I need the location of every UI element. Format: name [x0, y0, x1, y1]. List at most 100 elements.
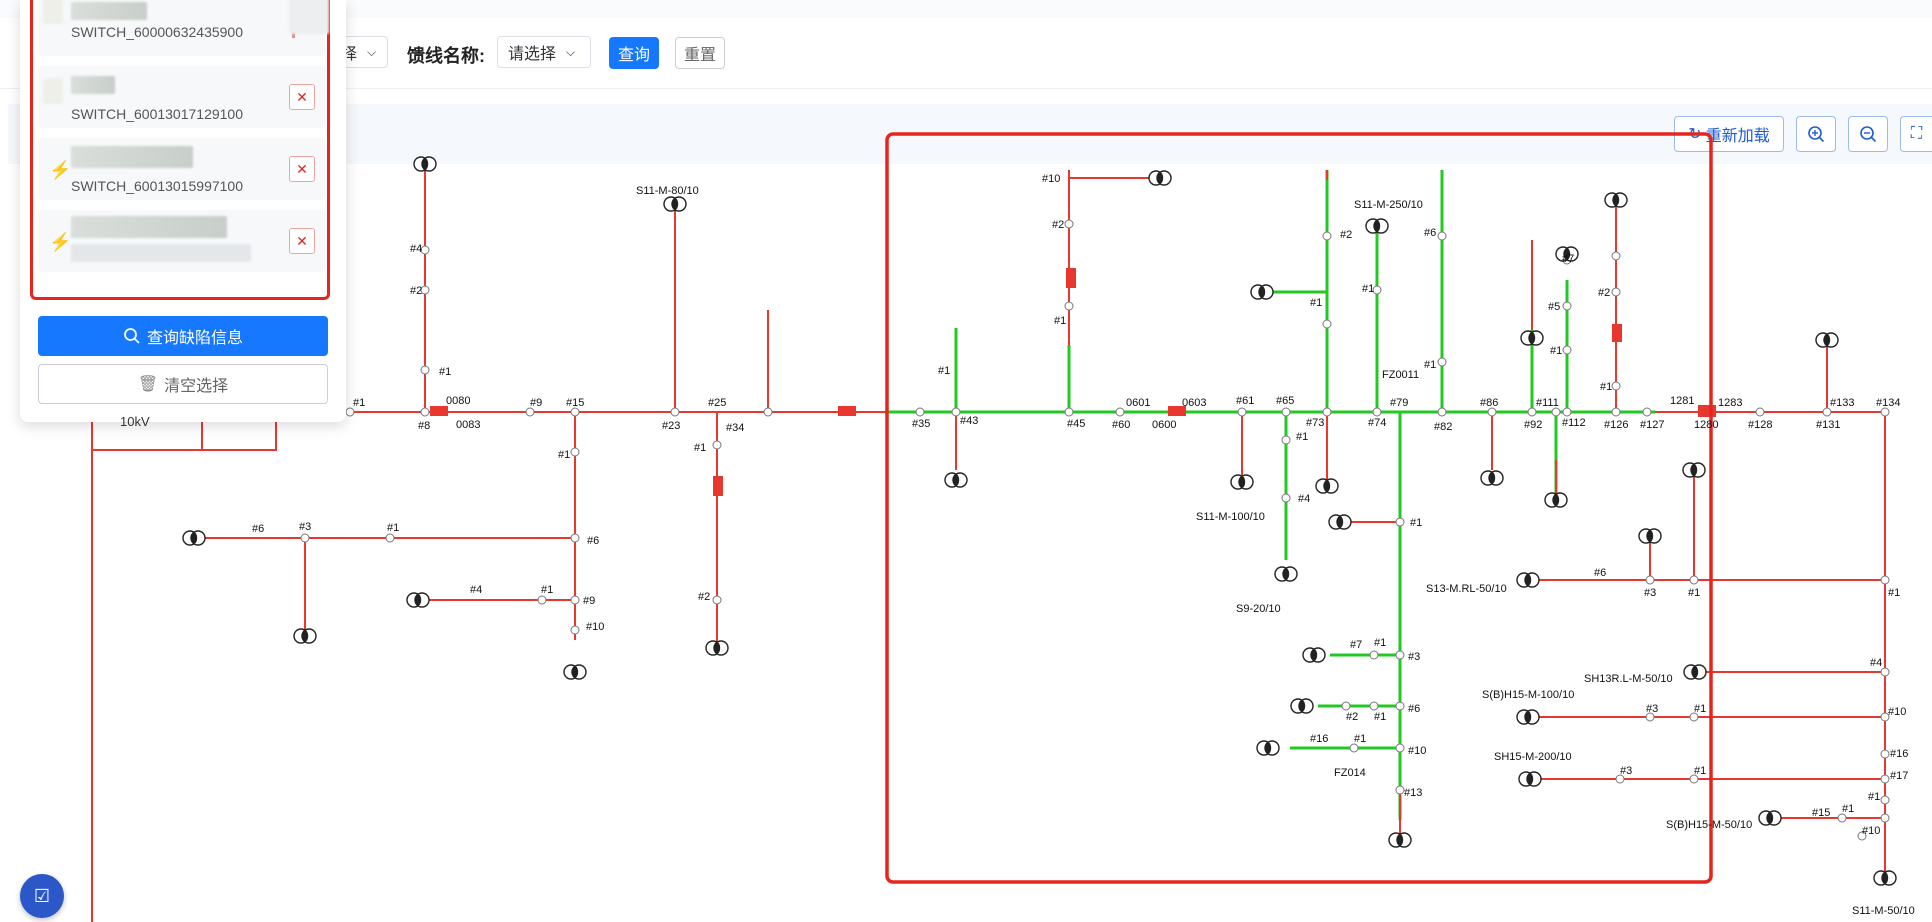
transformer-icon[interactable]	[1682, 462, 1706, 478]
transformer-icon[interactable]	[1758, 810, 1782, 826]
remove-switch-button[interactable]: ✕	[289, 84, 315, 110]
selected-switch-item[interactable]: SWITCH_60013017129100 ✕	[39, 66, 325, 128]
bus-node[interactable]	[1372, 407, 1382, 417]
bus-node[interactable]	[1322, 407, 1332, 417]
switch-group[interactable]	[430, 268, 1716, 496]
bus-node[interactable]	[951, 407, 961, 417]
remove-button-obscured[interactable]	[289, 0, 329, 34]
transformer-icon[interactable]	[705, 640, 729, 656]
transformer-icon[interactable]	[1274, 566, 1298, 582]
transformer-icon[interactable]	[1388, 832, 1412, 848]
bus-node[interactable]	[763, 407, 773, 417]
bus-node[interactable]	[1281, 435, 1291, 445]
bus-node[interactable]	[1237, 407, 1247, 417]
bus-node[interactable]	[1880, 813, 1890, 823]
bus-node[interactable]	[1341, 701, 1351, 711]
bus-node[interactable]	[1322, 231, 1332, 241]
transformer-icon[interactable]	[1516, 709, 1540, 725]
bus-node[interactable]	[300, 533, 310, 543]
bus-node[interactable]	[1437, 231, 1447, 241]
bus-node[interactable]	[1369, 650, 1379, 660]
bus-node[interactable]	[1322, 319, 1332, 329]
bus-node[interactable]	[1551, 407, 1561, 417]
transformer-icon[interactable]	[1638, 528, 1662, 544]
bus-node[interactable]	[570, 447, 580, 457]
bus-node[interactable]	[1837, 813, 1847, 823]
transformer-icon[interactable]	[1604, 192, 1628, 208]
transformer-icon[interactable]	[1148, 170, 1172, 186]
bus-node[interactable]	[712, 440, 722, 450]
bus-node[interactable]	[1645, 575, 1655, 585]
bus-node[interactable]	[1437, 357, 1447, 367]
bus-node[interactable]	[1064, 219, 1074, 229]
transformer-icon[interactable]	[1815, 332, 1839, 348]
bus-node[interactable]	[570, 407, 580, 417]
floating-action-button[interactable]: ☑	[20, 874, 64, 918]
bus-node[interactable]	[1395, 785, 1405, 795]
bus-node[interactable]	[1880, 407, 1890, 417]
transformer-icon[interactable]	[1873, 870, 1897, 886]
bus-node[interactable]	[1064, 407, 1074, 417]
bus-node[interactable]	[1064, 301, 1074, 311]
transformer-icon[interactable]	[1302, 647, 1326, 663]
bus-node[interactable]	[1880, 774, 1890, 784]
bus-node[interactable]	[1562, 301, 1572, 311]
bus-node[interactable]	[420, 407, 430, 417]
bus-node[interactable]	[525, 407, 535, 417]
bus-node[interactable]	[1689, 575, 1699, 585]
bus-node[interactable]	[1349, 743, 1359, 753]
transformer-icon[interactable]	[1518, 771, 1542, 787]
transformer-icon[interactable]	[1480, 470, 1504, 486]
bus-node[interactable]	[915, 407, 925, 417]
transformer-icon[interactable]	[1516, 572, 1540, 588]
bus-node[interactable]	[1562, 345, 1572, 355]
bus-node[interactable]	[537, 595, 547, 605]
remove-switch-button[interactable]: ✕	[289, 156, 315, 182]
query-defects-button[interactable]: 查询缺陷信息	[38, 316, 328, 356]
bus-node[interactable]	[1822, 407, 1832, 417]
bus-node[interactable]	[1562, 407, 1572, 417]
transformer-icon[interactable]	[1365, 218, 1389, 234]
bus-node[interactable]	[345, 407, 355, 417]
bus-node[interactable]	[1281, 407, 1291, 417]
bus-node[interactable]	[570, 533, 580, 543]
bus-node[interactable]	[1611, 381, 1621, 391]
bus-node[interactable]	[1642, 407, 1652, 417]
bus-node[interactable]	[570, 595, 580, 605]
transformer-icon[interactable]	[563, 664, 587, 680]
bus-node[interactable]	[1487, 407, 1497, 417]
bus-node[interactable]	[1611, 251, 1621, 261]
remove-switch-button[interactable]: ✕	[289, 228, 315, 254]
bus-node[interactable]	[1611, 407, 1621, 417]
selected-switch-item[interactable]: SWITCH_60000632435900	[39, 0, 329, 56]
bus-node[interactable]	[1395, 517, 1405, 527]
bus-node[interactable]	[1281, 493, 1291, 503]
transformer-icon[interactable]	[293, 628, 317, 644]
bus-node[interactable]	[670, 407, 680, 417]
bus-node[interactable]	[420, 365, 430, 375]
bus-node[interactable]	[570, 625, 580, 635]
selected-switch-item[interactable]: ⚡ SWITCH_60013015997100 ✕	[39, 138, 325, 200]
bus-node[interactable]	[1395, 650, 1405, 660]
bus-node[interactable]	[1527, 407, 1537, 417]
transformer-icon[interactable]	[1683, 664, 1707, 680]
clear-selection-button[interactable]: 🗑 清空选择	[38, 364, 328, 404]
transformer-icon[interactable]	[1230, 474, 1254, 490]
transformer-icon[interactable]	[1520, 330, 1544, 346]
transformer-icon[interactable]	[944, 472, 968, 488]
transformer-icon[interactable]	[1256, 740, 1280, 756]
transformer-icon[interactable]	[1544, 492, 1568, 508]
transformer-icon[interactable]	[1315, 478, 1339, 494]
transformer-icon[interactable]	[1290, 698, 1314, 714]
bus-node[interactable]	[1395, 701, 1405, 711]
bus-node[interactable]	[1395, 743, 1405, 753]
bus-node[interactable]	[1437, 407, 1447, 417]
transformer-icon[interactable]	[1250, 284, 1274, 300]
selected-switch-item[interactable]: ⚡ ✕	[39, 210, 325, 272]
transformer-icon[interactable]	[663, 196, 687, 212]
bus-node[interactable]	[712, 595, 722, 605]
bus-node[interactable]	[1611, 287, 1621, 297]
bus-node[interactable]	[1115, 407, 1125, 417]
bus-node[interactable]	[1880, 749, 1890, 759]
transformer-icon[interactable]	[413, 156, 437, 172]
